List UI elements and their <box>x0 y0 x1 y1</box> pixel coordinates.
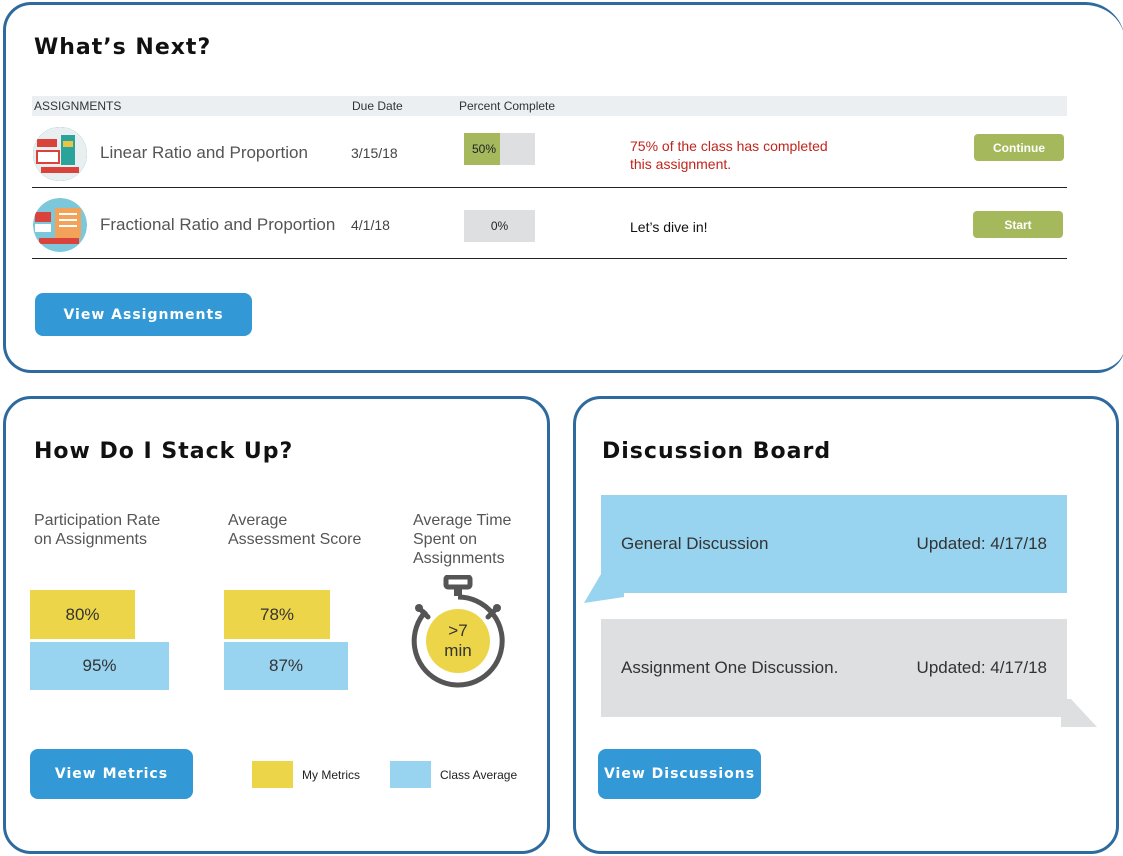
value-line: min <box>444 641 472 660</box>
col-percent-complete: Percent Complete <box>459 99 556 113</box>
assignments-table-header: ASSIGNMENTS Due Date Percent Complete <box>32 96 1067 116</box>
discussion-board-card: Discussion Board General Discussion Upda… <box>573 396 1119 854</box>
stopwatch-icon: >7 min <box>406 574 510 693</box>
discussion-updated: Updated: 4/17/18 <box>916 534 1047 553</box>
legend-class-average-label: Class Average <box>440 768 518 782</box>
assignment-status: Let’s dive in! <box>630 218 708 236</box>
assignment-due-date: 4/1/18 <box>351 217 390 233</box>
label-line: Spent on <box>413 531 478 548</box>
row-divider <box>32 187 1067 188</box>
discussion-updated: Updated: 4/17/18 <box>916 658 1047 677</box>
label-line: on Assignments <box>34 531 147 548</box>
assessment-class-bar: 87% <box>224 642 348 690</box>
assignment-name[interactable]: Fractional Ratio and Proportion <box>100 215 335 235</box>
continue-button[interactable]: Continue <box>974 134 1064 161</box>
row-divider <box>32 258 1067 259</box>
legend-my-metrics-swatch <box>252 761 293 788</box>
assignment-status: 75% of the class has completed this assi… <box>630 137 828 173</box>
start-button[interactable]: Start <box>973 211 1063 238</box>
progress-bar: 50% <box>464 133 535 165</box>
label-line: Average <box>228 512 288 529</box>
assignment-thumbnail <box>33 198 87 252</box>
col-assignments: ASSIGNMENTS <box>34 99 122 113</box>
status-line: Let’s dive in! <box>630 219 708 235</box>
status-line: this assignment. <box>630 156 732 172</box>
whats-next-card: What’s Next? ASSIGNMENTS Due Date Percen… <box>3 2 1123 373</box>
whats-next-title: What’s Next? <box>34 35 212 60</box>
assignment-thumbnail <box>33 127 87 181</box>
participation-my-bar: 80% <box>30 590 135 639</box>
assignment-due-date: 3/15/18 <box>351 145 398 161</box>
stack-up-card: How Do I Stack Up? Participation Rate on… <box>3 396 550 854</box>
discussion-board-title: Discussion Board <box>602 439 832 464</box>
time-label: Average Time Spent on Assignments <box>413 511 511 568</box>
assessment-my-bar: 78% <box>224 590 330 639</box>
label-line: Assessment Score <box>228 531 362 548</box>
progress-label: 50% <box>472 142 497 156</box>
assessment-label: Average Assessment Score <box>228 511 361 549</box>
label-line: Average Time <box>413 512 512 529</box>
stack-up-title: How Do I Stack Up? <box>34 439 294 464</box>
discussion-item[interactable]: General Discussion Updated: 4/17/18 <box>601 495 1067 593</box>
assignment-name[interactable]: Linear Ratio and Proportion <box>100 143 308 163</box>
label-line: Assignments <box>413 550 505 567</box>
progress-label: 0% <box>490 219 509 233</box>
label-line: Participation Rate <box>34 512 161 529</box>
legend-class-average-swatch <box>390 761 431 788</box>
progress-bar: 0% <box>464 210 535 242</box>
value-line: >7 <box>448 621 468 640</box>
legend-my-metrics-label: My Metrics <box>302 768 360 782</box>
participation-class-bar: 95% <box>30 642 169 690</box>
col-due-date: Due Date <box>352 99 403 113</box>
discussion-item[interactable]: Assignment One Discussion. Updated: 4/17… <box>601 619 1067 717</box>
participation-label: Participation Rate on Assignments <box>34 511 160 549</box>
view-discussions-button[interactable]: View Discussions <box>598 749 761 799</box>
status-line: 75% of the class has completed <box>630 138 828 154</box>
bubble-tail <box>1061 699 1097 727</box>
view-assignments-button[interactable]: View Assignments <box>35 293 252 336</box>
discussion-name: General Discussion <box>621 534 769 553</box>
stopwatch-value: >7 min <box>426 621 490 661</box>
discussion-name: Assignment One Discussion. <box>621 658 839 677</box>
view-metrics-button[interactable]: View Metrics <box>30 749 193 799</box>
